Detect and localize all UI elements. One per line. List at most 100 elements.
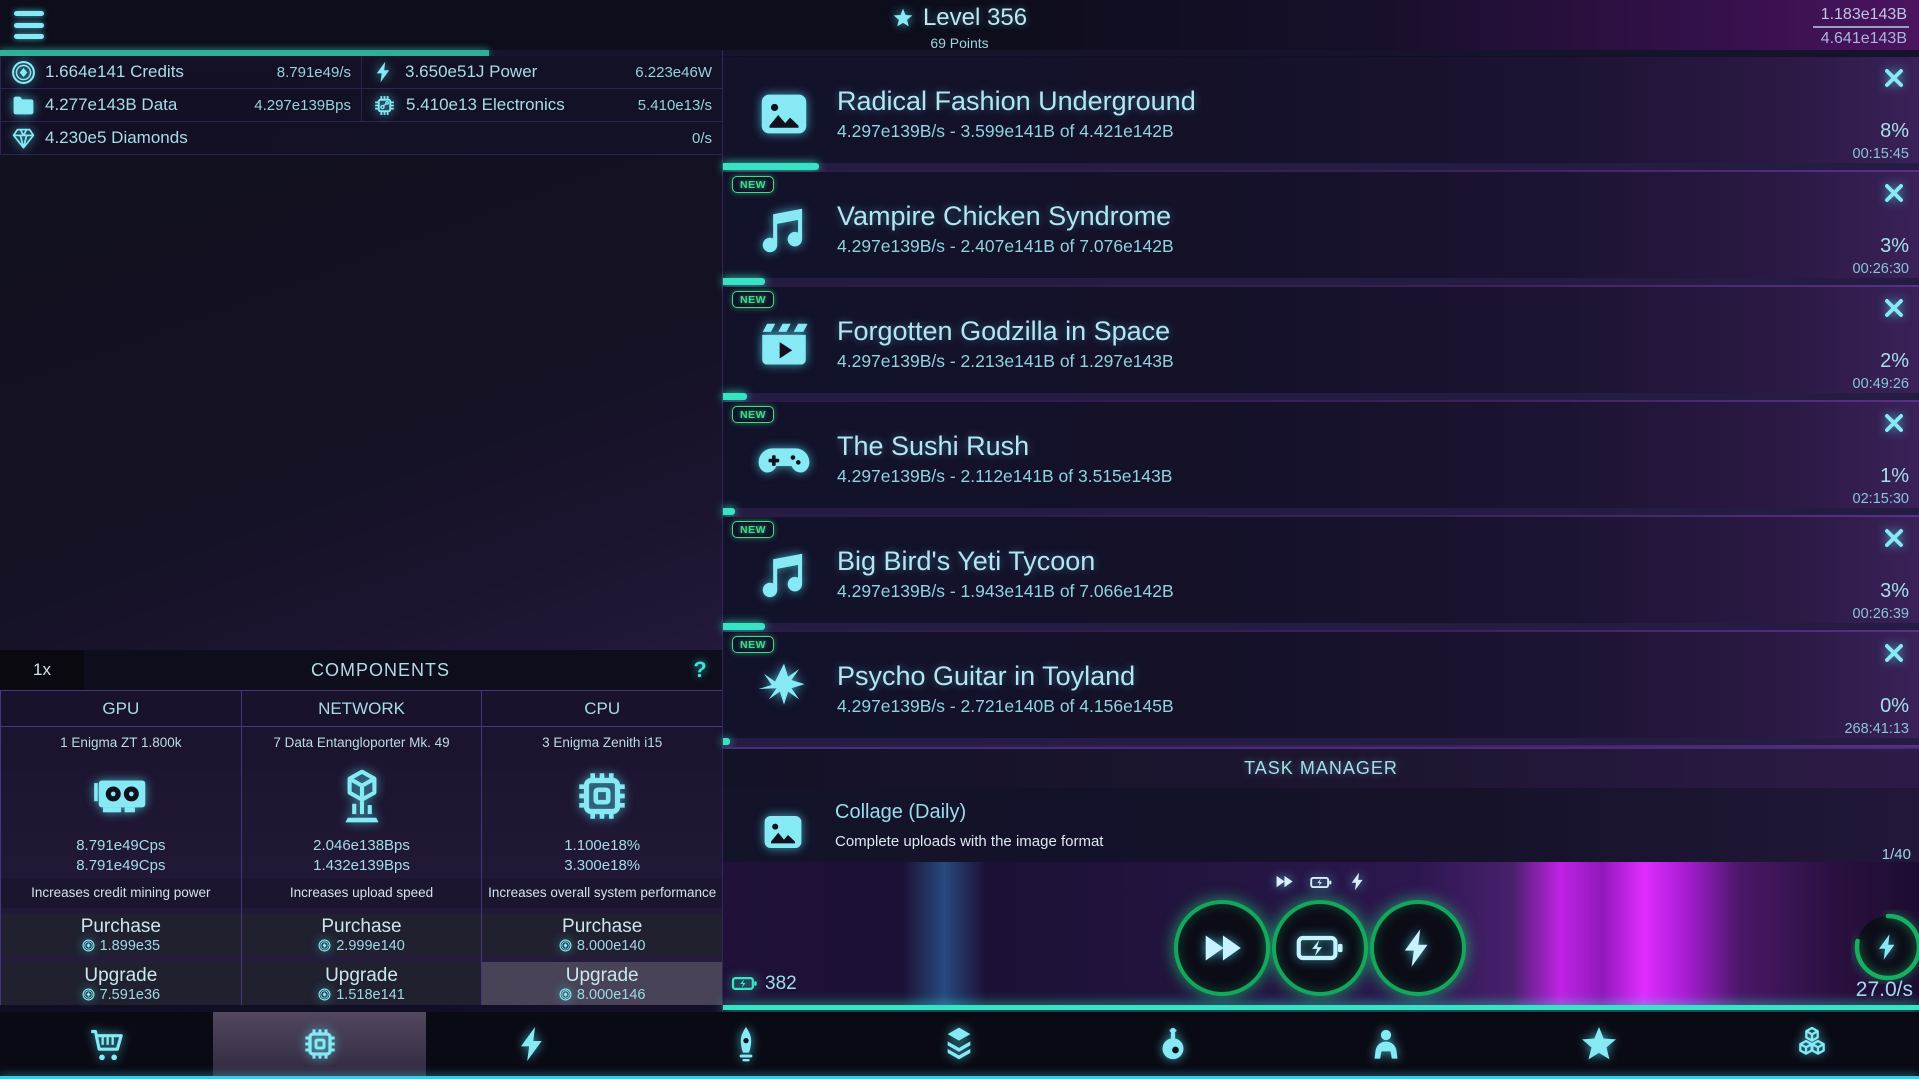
data-rate: 4.297e139Bps — [254, 97, 351, 114]
cubes-icon — [1792, 1024, 1832, 1064]
new-badge: NEW — [732, 636, 774, 653]
network-purchase-label: Purchase — [321, 916, 401, 938]
close-icon[interactable] — [1881, 525, 1907, 551]
star-icon — [1579, 1024, 1619, 1064]
upload-eta: 268:41:13 — [1844, 721, 1909, 737]
upload-title: Vampire Chicken Syndrome — [837, 201, 1174, 232]
network-stat-2: 1.432e139Bps — [313, 856, 410, 876]
tab-network[interactable]: NETWORK — [242, 691, 483, 727]
task-description: Complete uploads with the image format — [835, 833, 1103, 850]
battery-count: 382 — [765, 973, 797, 995]
top-bar: Level 356 69 Points 1.183e143B 4.641e143… — [0, 0, 1919, 50]
network-upgrade-label: Upgrade — [325, 965, 398, 987]
battery-boost-button[interactable] — [1272, 900, 1368, 996]
battery-charge-icon — [1310, 871, 1333, 894]
upload-eta: 00:26:30 — [1853, 261, 1909, 277]
upload-percent: 0% — [1880, 695, 1909, 718]
cpu-stat-1: 1.100e18% — [564, 836, 640, 856]
cpu-upgrade-button[interactable]: Upgrade 8.000e146 — [482, 962, 722, 1005]
upload-item: NEW Vampire Chicken Syndrome 4.297e139B/… — [723, 172, 1919, 285]
gpu-purchase-button[interactable]: Purchase 1.899e35 — [1, 914, 241, 957]
network-purchase-button[interactable]: Purchase 2.999e140 — [242, 914, 482, 957]
upload-list: Radical Fashion Underground 4.297e139B/s… — [723, 57, 1919, 747]
multiplier-button[interactable]: 1x — [0, 650, 84, 690]
credits-amount: 1.664e141 Credits — [45, 62, 184, 82]
upload-title: The Sushi Rush — [837, 431, 1172, 462]
chip-icon — [300, 1024, 340, 1064]
bolt-icon — [1348, 871, 1369, 892]
fast-forward-icon — [1274, 871, 1295, 892]
close-icon[interactable] — [1881, 65, 1907, 91]
gamepad-icon — [755, 430, 813, 488]
components-body: 1 Enigma ZT 1.800k 8.791e49Cps 8.791e49C… — [0, 727, 723, 1005]
upload-percent: 3% — [1880, 580, 1909, 603]
upload-subtitle: 4.297e139B/s - 2.407e141B of 7.076e142B — [837, 236, 1174, 257]
upload-item: NEW Forgotten Godzilla in Space 4.297e13… — [723, 287, 1919, 400]
upload-percent: 2% — [1880, 350, 1909, 373]
upload-subtitle: 4.297e139B/s - 2.213e141B of 1.297e143B — [837, 351, 1174, 372]
tab-cpu[interactable]: CPU — [482, 691, 723, 727]
upload-title: Forgotten Godzilla in Space — [837, 316, 1174, 347]
power-amount: 3.650e51J Power — [405, 62, 537, 82]
upload-title: Psycho Guitar in Toyland — [837, 661, 1174, 692]
gpu-stat-2: 8.791e49Cps — [76, 856, 165, 876]
upload-subtitle: 4.297e139B/s - 2.721e140B of 4.156e145B — [837, 696, 1174, 717]
nav-item-layers[interactable] — [853, 1012, 1066, 1076]
cpu-owned: 3 Enigma Zenith i15 — [542, 727, 662, 755]
resource-credits: 1.664e141 Credits 8.791e49/s — [0, 56, 362, 89]
burst-icon — [755, 660, 813, 718]
nav-item-tower[interactable] — [640, 1012, 853, 1076]
level-header: Level 356 69 Points — [0, 4, 1919, 51]
help-button[interactable]: ? — [677, 657, 723, 683]
network-purchase-cost: 2.999e140 — [336, 938, 405, 954]
resource-power: 3.650e51J Power 6.223e46W — [362, 56, 723, 89]
nav-item-chip[interactable] — [213, 1012, 426, 1076]
nav-item-flask[interactable] — [1066, 1012, 1279, 1076]
credits-rate: 8.791e49/s — [277, 64, 351, 81]
upload-eta: 00:15:45 — [1853, 146, 1909, 162]
upload-progress-bar — [723, 163, 1919, 170]
gpu-upgrade-label: Upgrade — [84, 965, 157, 987]
upload-item: NEW Psycho Guitar in Toyland 4.297e139B/… — [723, 632, 1919, 745]
upload-progress-bar — [723, 508, 1919, 515]
data-amount: 4.277e143B Data — [45, 95, 177, 115]
music-icon — [755, 200, 813, 258]
cpu-stat-2: 3.300e18% — [564, 856, 640, 876]
new-badge: NEW — [732, 406, 774, 423]
task-name: Collage (Daily) — [835, 801, 966, 824]
upload-progress-bar — [723, 278, 1919, 285]
nav-item-cart[interactable] — [0, 1012, 213, 1076]
close-icon[interactable] — [1881, 295, 1907, 321]
power-boost-button[interactable] — [1370, 900, 1466, 996]
component-column-network: 7 Data Entangloporter Mk. 49 2.046e138Bp… — [242, 727, 483, 1005]
nav-item-star[interactable] — [1493, 1012, 1706, 1076]
nav-item-person[interactable] — [1279, 1012, 1492, 1076]
task-manager-header: TASK MANAGER — [723, 747, 1919, 788]
bottom-nav — [0, 1012, 1919, 1076]
close-icon[interactable] — [1881, 410, 1907, 436]
upload-subtitle: 4.297e139B/s - 2.112e141B of 3.515e143B — [837, 466, 1172, 487]
fast-forward-boost-button[interactable] — [1174, 900, 1270, 996]
credits-icon — [559, 988, 572, 1001]
cpu-purchase-button[interactable]: Purchase 8.000e140 — [482, 914, 722, 957]
tab-gpu[interactable]: GPU — [0, 691, 242, 727]
gpu-purchase-label: Purchase — [81, 916, 161, 938]
gpu-purchase-cost: 1.899e35 — [100, 938, 160, 954]
resource-data: 4.277e143B Data 4.297e139Bps — [0, 89, 362, 122]
network-upgrade-button[interactable]: Upgrade 1.518e141 — [242, 962, 482, 1005]
star-icon — [892, 7, 914, 29]
video-icon — [755, 315, 813, 373]
upload-title: Big Bird's Yeti Tycoon — [837, 546, 1174, 577]
nav-item-cubes[interactable] — [1706, 1012, 1919, 1076]
battery-charge-icon — [1295, 923, 1345, 973]
nav-item-bolt[interactable] — [426, 1012, 639, 1076]
gpu-upgrade-button[interactable]: Upgrade 7.591e36 — [1, 962, 241, 1005]
components-title: COMPONENTS — [84, 660, 677, 681]
side-boost-button[interactable] — [1851, 910, 1919, 984]
resource-diamonds: 4.230e5 Diamonds 0/s — [0, 122, 723, 155]
gpu-stat-1: 8.791e49Cps — [76, 836, 165, 856]
close-icon[interactable] — [1881, 180, 1907, 206]
upload-eta: 00:49:26 — [1853, 376, 1909, 392]
gpu-owned: 1 Enigma ZT 1.800k — [60, 727, 181, 755]
close-icon[interactable] — [1881, 640, 1907, 666]
